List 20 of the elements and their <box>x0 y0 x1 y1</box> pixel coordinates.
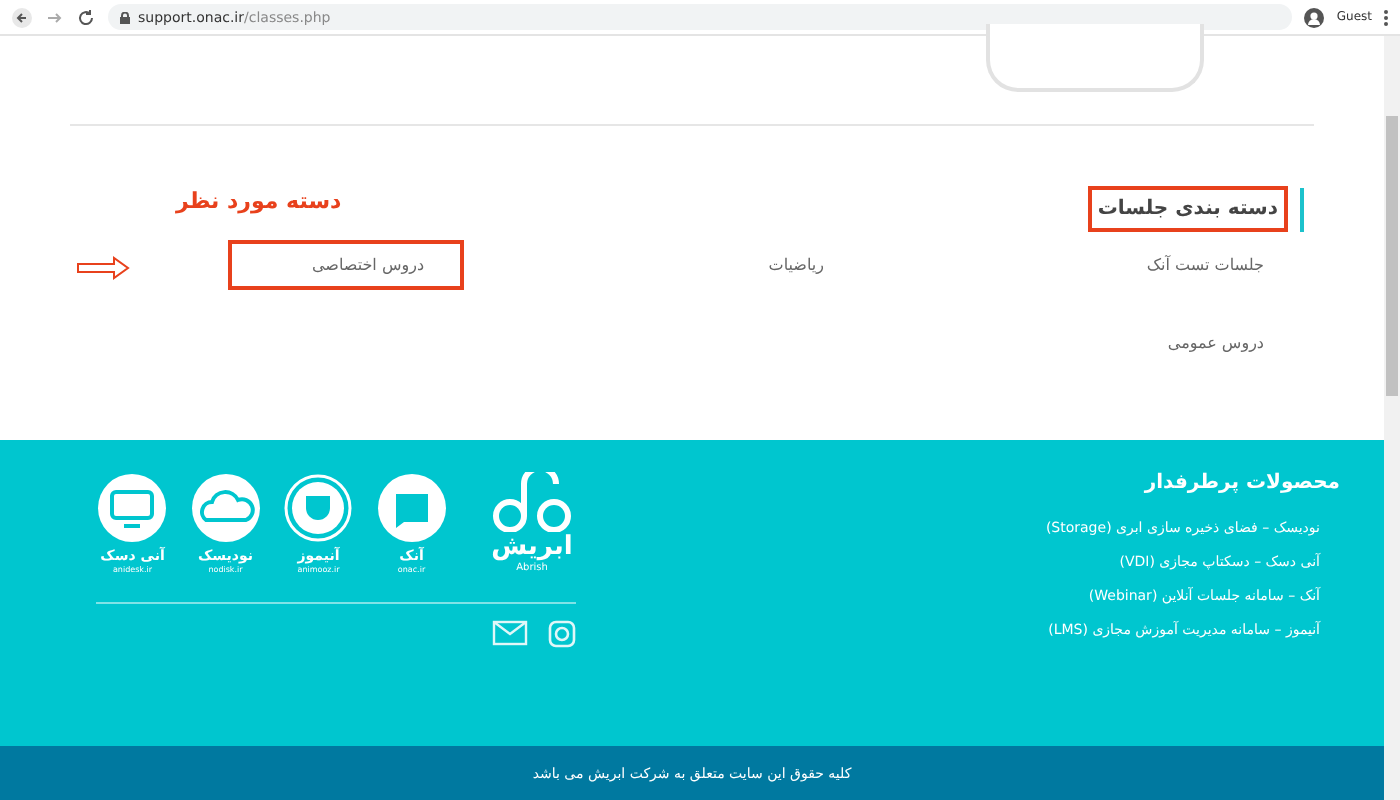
mail-icon[interactable] <box>492 619 528 646</box>
brand-name: ابریش <box>491 531 573 562</box>
speech-bubble-icon[interactable] <box>375 471 448 544</box>
scrollbar-thumb[interactable] <box>1386 116 1398 396</box>
section-heading: دسته بندی جلسات <box>1087 186 1288 232</box>
instagram-icon[interactable] <box>548 619 576 648</box>
products-heading: محصولات پرطرفدار <box>1142 471 1340 494</box>
category-link[interactable]: جلسات تست آنک <box>1062 240 1304 290</box>
arrow-icon <box>76 256 132 280</box>
category-link[interactable]: دروس اختصاصی <box>227 240 464 290</box>
lock-icon <box>120 11 130 23</box>
category-link[interactable]: ریاضیات <box>684 240 864 290</box>
cloud-icon[interactable] <box>189 471 262 544</box>
category-link[interactable]: دروس عمومی <box>1083 318 1304 368</box>
forward-icon[interactable] <box>44 7 64 27</box>
monitor-icon[interactable] <box>96 471 169 544</box>
back-icon[interactable] <box>12 7 32 27</box>
profile-icon[interactable] <box>1304 7 1325 27</box>
reload-icon[interactable] <box>76 7 96 27</box>
annotation-label: دسته مورد نظر <box>176 188 342 214</box>
